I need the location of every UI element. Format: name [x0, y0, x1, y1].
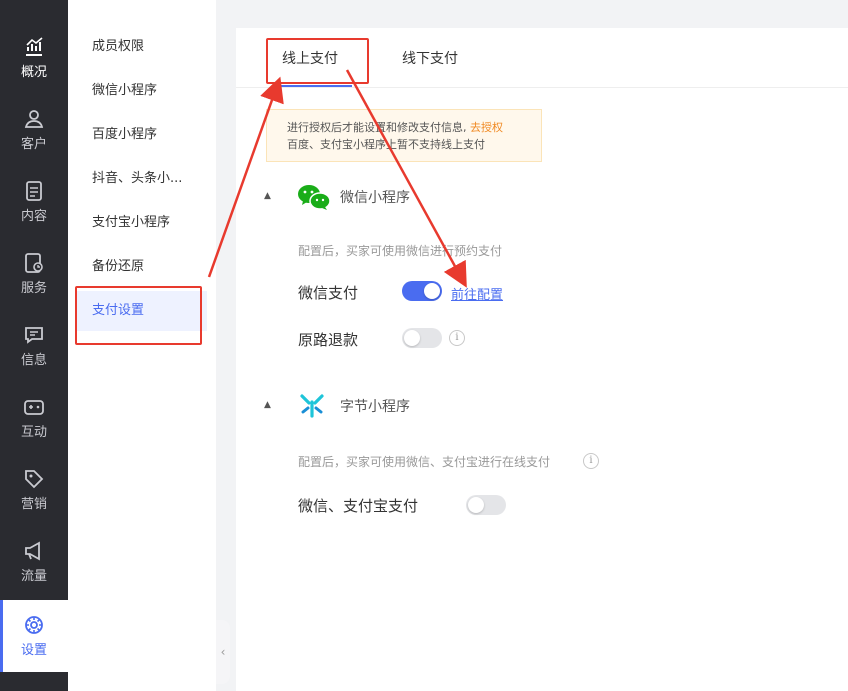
annotation-arrow-to-tab [207, 76, 284, 278]
annotation-arrows [207, 69, 467, 288]
annotation-arrow-to-config [345, 69, 467, 288]
